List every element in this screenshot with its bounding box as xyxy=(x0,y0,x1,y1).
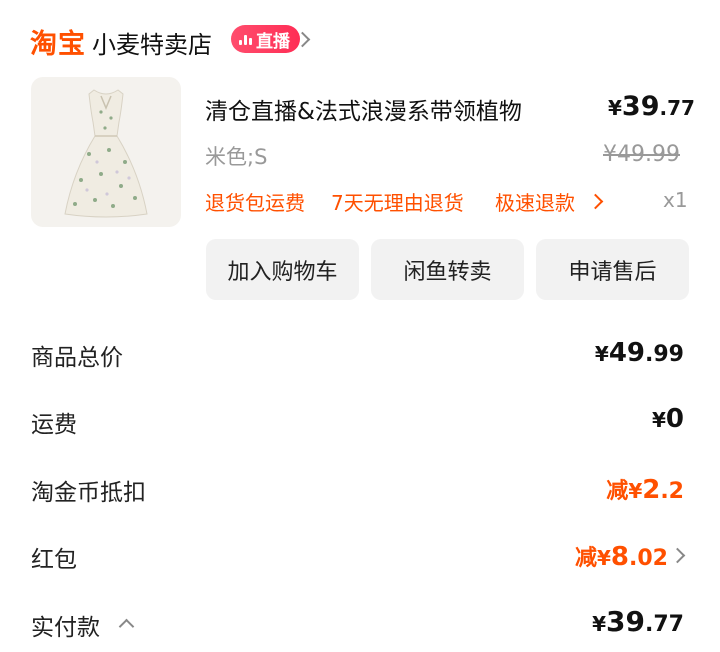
redpacket-symbol: ¥ xyxy=(597,546,611,570)
dress-icon xyxy=(64,89,148,218)
resell-button[interactable]: 闲鱼转卖 xyxy=(371,239,524,300)
price-integer: 39 xyxy=(621,91,660,122)
product-image[interactable] xyxy=(31,77,181,227)
shipping-value: ¥0 xyxy=(652,404,684,434)
price-symbol: ¥ xyxy=(608,96,622,120)
total-symbol: ¥ xyxy=(594,342,609,366)
redpacket-value[interactable]: 减¥8.02 xyxy=(575,540,668,572)
paid-label[interactable]: 实付款 xyxy=(31,608,100,642)
coin-integer: 2 xyxy=(642,475,661,505)
coin-prefix: 减 xyxy=(606,479,629,504)
coin-deduction-label: 淘金币抵扣 xyxy=(31,480,146,506)
total-label: 商品总价 xyxy=(31,345,123,371)
taobao-logo: 淘宝 xyxy=(30,29,86,60)
total-integer: 49 xyxy=(608,338,646,368)
paid-decimal: .77 xyxy=(645,612,684,637)
shipping-symbol: ¥ xyxy=(651,408,666,432)
total-value: ¥49.99 xyxy=(595,338,684,368)
paid-value: ¥39.77 xyxy=(592,605,684,638)
product-price: ¥39.77 xyxy=(608,91,695,122)
after-sale-button[interactable]: 申请售后 xyxy=(536,239,689,300)
coin-symbol: ¥ xyxy=(628,479,643,503)
coin-decimal: .2 xyxy=(660,479,684,504)
live-bars-icon xyxy=(239,33,252,45)
price-decimal: .77 xyxy=(659,96,695,120)
live-badge[interactable]: 直播 xyxy=(231,25,300,53)
service-free-return-shipping[interactable]: 退货包运费 xyxy=(205,187,305,216)
redpacket-label: 红包 xyxy=(31,547,77,573)
redpacket-decimal: .02 xyxy=(629,546,668,571)
service-fast-refund[interactable]: 极速退款 xyxy=(495,187,575,216)
redpacket-prefix: 减 xyxy=(574,546,597,571)
service-chevron-icon[interactable] xyxy=(587,193,604,210)
paid-symbol: ¥ xyxy=(592,612,607,636)
redpacket-integer: 8 xyxy=(610,542,630,572)
original-price: ¥49.99 xyxy=(603,142,680,167)
store-name[interactable]: 小麦特卖店 xyxy=(92,25,212,60)
redpacket-chevron-icon[interactable] xyxy=(669,547,686,564)
service-7day-return[interactable]: 7天无理由退货 xyxy=(331,187,464,216)
product-sku: 米色;S xyxy=(205,145,268,169)
shipping-amount: 0 xyxy=(665,404,684,434)
live-badge-label: 直播 xyxy=(256,31,290,52)
product-title[interactable]: 清仓直播&法式浪漫系带领植物 xyxy=(205,92,522,126)
shipping-label: 运费 xyxy=(31,412,77,438)
paid-integer: 39 xyxy=(606,605,646,638)
chevron-up-icon[interactable] xyxy=(118,618,135,635)
coin-deduction-value: 减¥2.2 xyxy=(606,473,684,505)
quantity: x1 xyxy=(663,188,688,212)
total-decimal: .99 xyxy=(645,342,684,367)
add-to-cart-button[interactable]: 加入购物车 xyxy=(206,239,359,300)
